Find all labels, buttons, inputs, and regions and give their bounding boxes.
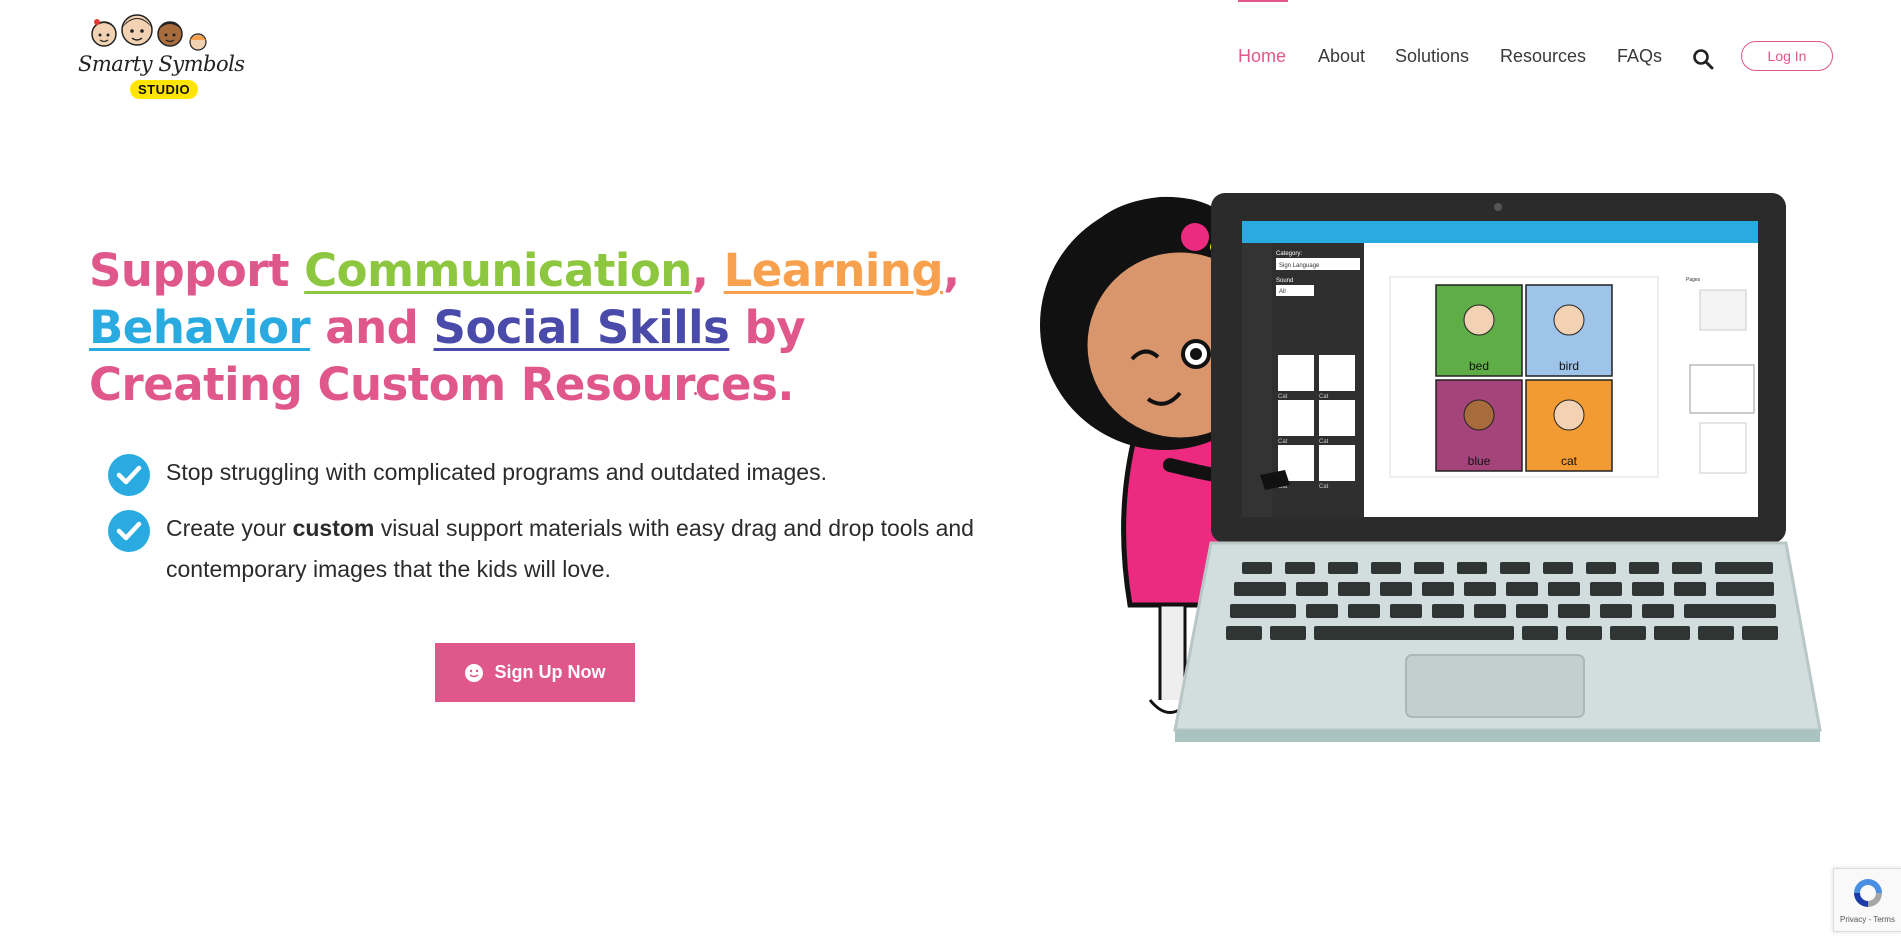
thumb-label: Cat xyxy=(1278,394,1288,400)
signup-button[interactable]: Sign Up Now xyxy=(435,643,635,702)
bullet-text-bold: custom xyxy=(292,515,375,541)
site-logo[interactable]: Smarty Symbols STUDIO xyxy=(74,10,245,99)
nav-faqs[interactable]: FAQs xyxy=(1617,46,1662,67)
recaptcha-badge[interactable]: Privacy - Terms xyxy=(1833,868,1901,932)
smiley-icon xyxy=(464,663,483,682)
app-sound-label: Sound xyxy=(1276,278,1293,284)
list-item: Create your custom visual support materi… xyxy=(108,508,1008,590)
nav-about[interactable]: About xyxy=(1318,46,1365,67)
recaptcha-icon xyxy=(1854,879,1882,907)
card-word: bird xyxy=(1559,359,1579,373)
nav-home[interactable]: Home xyxy=(1238,46,1286,67)
signup-label: Sign Up Now xyxy=(494,662,606,682)
link-social-skills[interactable]: Social Skills xyxy=(434,301,730,354)
thumb-label: Cat xyxy=(1278,439,1288,445)
logo-faces-icon xyxy=(91,14,207,51)
headline-sep-2: , xyxy=(943,244,960,297)
headline-text-2: and xyxy=(310,301,434,354)
list-item: Stop struggling with complicated program… xyxy=(108,452,1008,496)
pages-label: Pages xyxy=(1686,277,1701,283)
hero-illustration: Category: Sign Language Sound All Cat Ca… xyxy=(1040,193,1822,742)
hero-headline: Support Communication, Learning, Behavio… xyxy=(89,242,989,413)
card-word: cat xyxy=(1561,454,1578,468)
headline-text-1: Support xyxy=(89,244,305,297)
logo-wordmark: Smarty Symbols xyxy=(78,52,245,76)
app-sound-value: All xyxy=(1279,289,1286,295)
search-icon[interactable] xyxy=(1692,48,1714,70)
nav-resources[interactable]: Resources xyxy=(1500,46,1586,67)
nav-active-indicator xyxy=(1238,0,1288,2)
app-category-value: Sign Language xyxy=(1279,263,1320,269)
nav-solutions[interactable]: Solutions xyxy=(1395,46,1469,67)
thumb-label: Cat xyxy=(1319,484,1329,490)
bullet-text: Stop struggling with complicated program… xyxy=(166,459,827,485)
thumb-label: Cat xyxy=(1319,394,1329,400)
link-learning[interactable]: Learning xyxy=(724,244,944,297)
card-word: blue xyxy=(1468,454,1491,468)
check-circle-icon xyxy=(108,510,150,552)
link-behavior[interactable]: Behavior xyxy=(89,301,311,354)
card-word: bed xyxy=(1469,359,1489,373)
feature-list: Stop struggling with complicated program… xyxy=(108,452,1008,605)
check-circle-icon xyxy=(108,454,150,496)
laptop-icon: Category: Sign Language Sound All Cat Ca… xyxy=(1173,193,1822,742)
recaptcha-links[interactable]: Privacy - Terms xyxy=(1840,915,1895,924)
headline-sep-1: , xyxy=(691,244,724,297)
logo-badge: STUDIO xyxy=(130,80,199,99)
bullet-text: Create your xyxy=(166,515,293,541)
login-button[interactable]: Log In xyxy=(1741,41,1833,71)
decorative-dot xyxy=(694,392,697,395)
thumb-label: Cat xyxy=(1319,439,1329,445)
app-category-label: Category: xyxy=(1276,251,1302,257)
link-communication[interactable]: Communication xyxy=(304,244,692,297)
